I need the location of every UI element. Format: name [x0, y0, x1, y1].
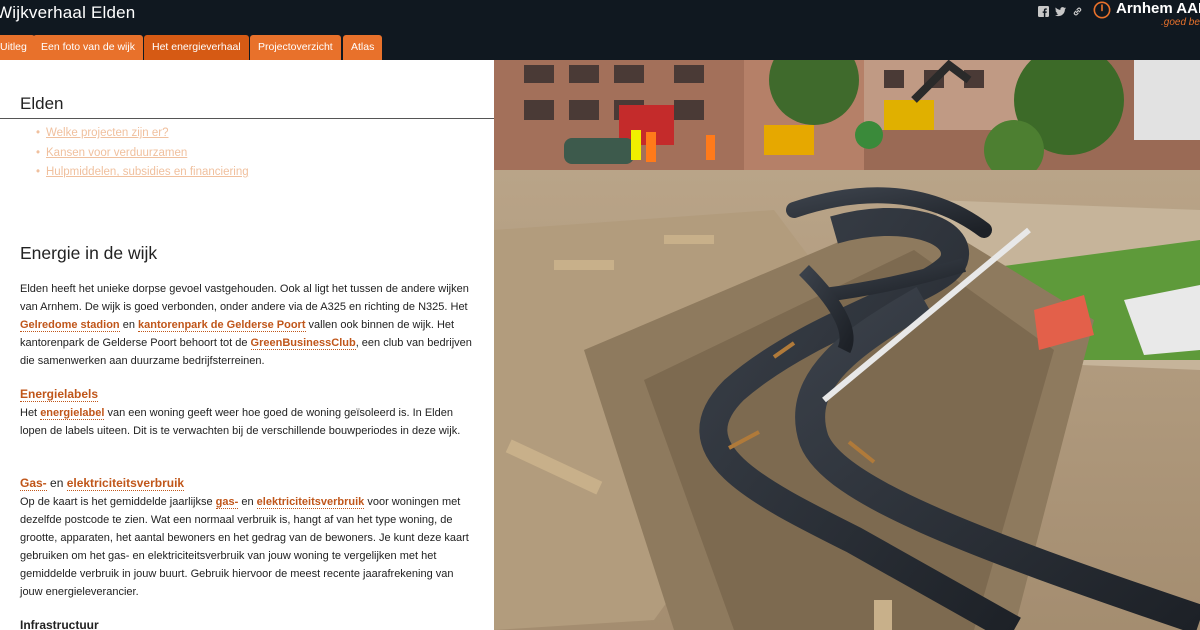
infrastructuur-heading: Infrastructuur: [20, 618, 99, 630]
tab-uitleg[interactable]: Uitleg: [0, 35, 35, 60]
link-gelredome[interactable]: Gelredome stadion: [20, 319, 120, 332]
energielabels-paragraph: Het energielabel van een woning geeft we…: [20, 404, 478, 440]
app-title: Wijkverhaal Elden: [0, 3, 136, 22]
top-bar: Wijkverhaal Elden Arnhem AAN .goed bezig…: [0, 0, 1200, 60]
title-divider: [0, 118, 494, 119]
social-icons: [1038, 6, 1083, 17]
page-title: Elden: [20, 94, 64, 113]
toc-item[interactable]: • Hulpmiddelen, subsidies en financiering: [36, 163, 249, 183]
power-icon: [1093, 1, 1111, 19]
logo-tagline: .goed bezig: [1161, 17, 1200, 28]
verbruik-text-2: en: [238, 496, 257, 508]
arnhem-logo[interactable]: Arnhem AAN .goed bezig: [1093, 0, 1200, 32]
verbruik-text-3: voor woningen met dezelfde postcode te z…: [20, 496, 469, 598]
intro-text-2: en: [119, 319, 138, 331]
verbruik-paragraph: Op de kaart is het gemiddelde jaarlijkse…: [20, 493, 478, 601]
tab-atlas[interactable]: Atlas: [343, 35, 383, 60]
toc-item[interactable]: • Welke projecten zijn er?: [36, 124, 249, 144]
bullet-icon: •: [36, 146, 41, 159]
bullet-icon: •: [36, 166, 41, 178]
facebook-icon[interactable]: [1038, 6, 1049, 17]
link-elektriciteitsverbruik[interactable]: elektriciteitsverbruik: [256, 496, 365, 509]
link-energielabel[interactable]: energielabel: [40, 407, 105, 420]
toc-link-kansen[interactable]: Kansen voor verduurzamen: [46, 147, 187, 159]
link-icon[interactable]: [1072, 6, 1083, 17]
verbruik-heading-elektriciteit[interactable]: elektriciteitsverbruik: [66, 476, 185, 491]
tab-projectoverzicht[interactable]: Projectoverzicht: [250, 35, 341, 60]
energielabels-text-1: Het: [20, 407, 41, 419]
toc-item[interactable]: • Kansen voor verduurzamen: [36, 144, 249, 164]
verbruik-heading-gas[interactable]: Gas-: [20, 476, 47, 491]
verbruik-text-1: Op de kaart is het gemiddelde jaarlijkse: [20, 496, 216, 508]
bullet-icon: •: [36, 127, 41, 139]
energielabels-heading[interactable]: Energielabels: [20, 387, 99, 402]
section-title: Energie in de wijk: [20, 243, 158, 263]
energielabels-heading-text[interactable]: Energielabels: [20, 387, 99, 402]
toc-link-projecten[interactable]: Welke projecten zijn er?: [46, 127, 169, 139]
tab-een-foto-van-de-wijk[interactable]: Een foto van de wijk: [33, 35, 143, 60]
twitter-icon[interactable]: [1055, 6, 1066, 17]
verbruik-heading: Gas- en elektriciteitsverbruik: [20, 476, 185, 491]
link-kantorenpark[interactable]: kantorenpark de Gelderse Poort: [138, 319, 306, 332]
tab-het-energieverhaal[interactable]: Het energieverhaal: [144, 35, 249, 60]
district-heating-photo: [494, 60, 1200, 630]
verbruik-heading-en: en: [46, 476, 67, 490]
link-gas[interactable]: gas-: [215, 496, 239, 509]
construction-scene-image: [494, 60, 1200, 630]
intro-paragraph: Elden heeft het unieke dorpse gevoel vas…: [20, 280, 478, 370]
intro-text-1: Elden heeft het unieke dorpse gevoel vas…: [20, 283, 469, 313]
logo-name: Arnhem AAN: [1116, 0, 1200, 17]
story-panel[interactable]: Elden • Welke projecten zijn er? • Kansen …: [0, 60, 494, 630]
toc-link-hulpmiddelen[interactable]: Hulpmiddelen, subsidies en financiering: [46, 166, 249, 178]
table-of-contents: • Welke projecten zijn er? • Kansen voor v…: [36, 124, 249, 183]
link-greenbusinessclub[interactable]: GreenBusinessClub: [250, 337, 356, 350]
